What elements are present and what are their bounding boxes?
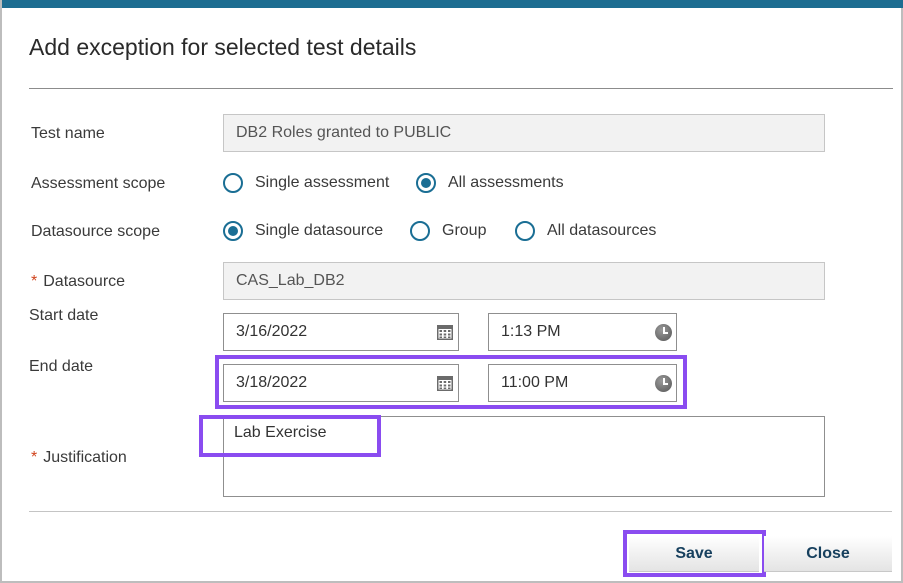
radio-single-datasource[interactable]: Single datasource [223, 221, 383, 241]
end-date-highlight [215, 355, 687, 409]
required-marker: * [31, 449, 38, 466]
title-divider [29, 88, 893, 89]
dialog-title: Add exception for selected test details [29, 34, 417, 60]
assessment-scope-label: Assessment scope [31, 175, 166, 192]
radio-group[interactable]: Group [410, 221, 486, 241]
radio-all-datasources[interactable]: All datasources [515, 221, 656, 241]
radio-label: All assessments [448, 174, 564, 191]
end-date-label: End date [29, 358, 94, 375]
start-date-label: Start date [29, 307, 99, 324]
calendar-icon[interactable] [436, 323, 454, 341]
footer-divider [29, 511, 892, 512]
justification-label-text: Justification [43, 449, 127, 466]
datasource-label: * Datasource [31, 273, 125, 291]
add-exception-dialog: Add exception for selected test details … [0, 0, 903, 583]
clock-icon[interactable] [655, 324, 672, 341]
start-time-value: 1:13 PM [501, 323, 561, 340]
radio-all-assessments[interactable]: All assessments [416, 173, 564, 193]
datasource-scope-label: Datasource scope [31, 223, 160, 240]
justification-label: * Justification [31, 449, 127, 467]
datasource-label-text: Datasource [43, 273, 126, 290]
test-name-field: DB2 Roles granted to PUBLIC [223, 114, 825, 152]
required-marker: * [31, 273, 38, 290]
start-date-value: 3/16/2022 [236, 323, 308, 340]
datasource-field: CAS_Lab_DB2 [223, 262, 825, 300]
start-time-input[interactable]: 1:13 PM [488, 313, 677, 351]
justification-highlight [199, 415, 381, 457]
radio-button[interactable] [410, 221, 430, 241]
radio-single-assessment[interactable]: Single assessment [223, 173, 389, 193]
radio-button-checked[interactable] [416, 173, 436, 193]
radio-button-checked[interactable] [223, 221, 243, 241]
save-highlight [623, 530, 766, 577]
radio-label: Group [442, 222, 487, 239]
radio-button[interactable] [223, 173, 243, 193]
start-date-input[interactable]: 3/16/2022 [223, 313, 459, 351]
test-name-label: Test name [31, 125, 105, 142]
dialog-accent-bar [2, 0, 903, 8]
radio-label: Single datasource [255, 222, 384, 239]
radio-label: All datasources [547, 222, 657, 239]
close-button[interactable]: Close [764, 536, 892, 572]
radio-button[interactable] [515, 221, 535, 241]
radio-label: Single assessment [255, 174, 390, 191]
